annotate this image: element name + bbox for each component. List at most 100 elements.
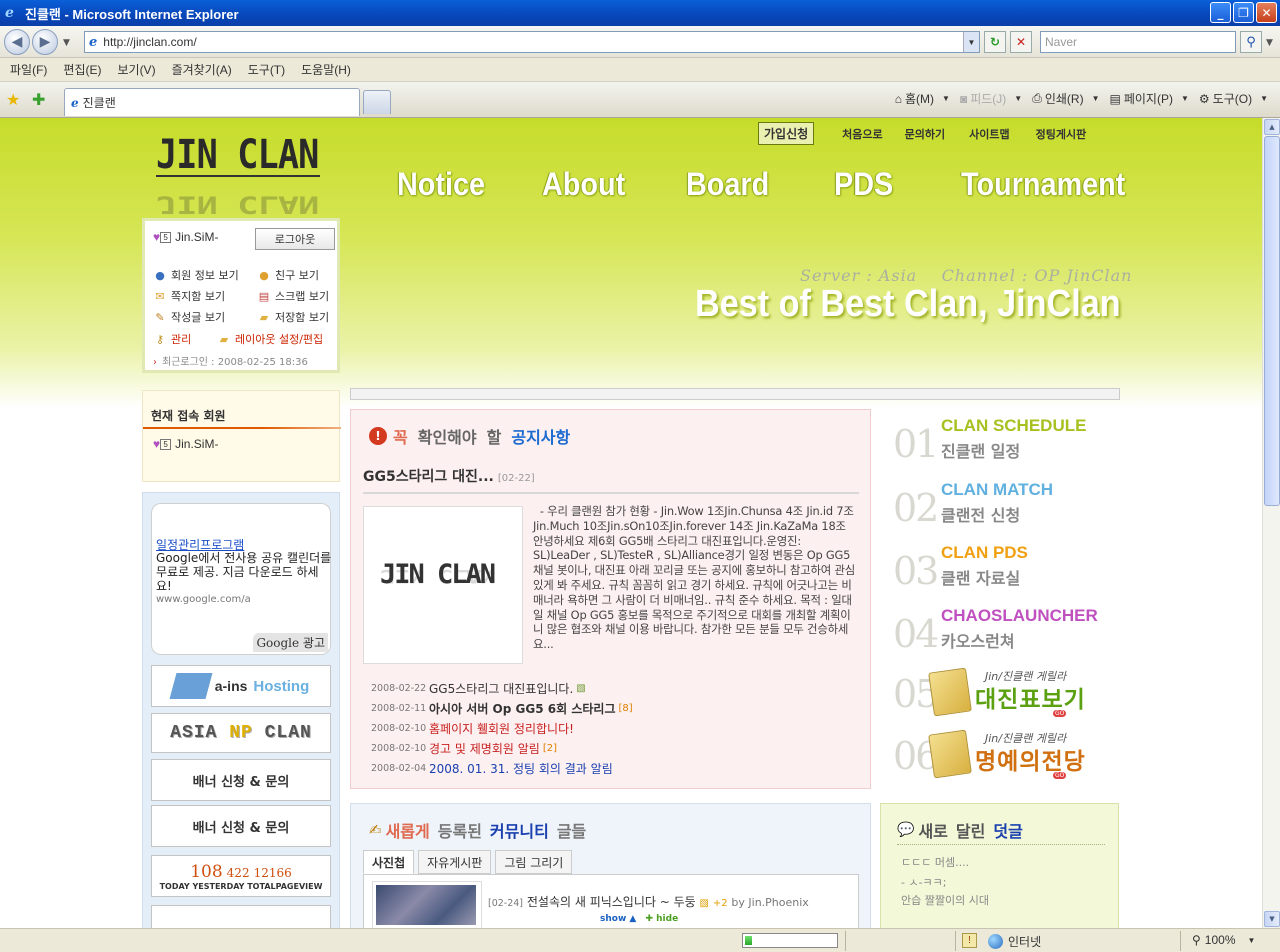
login-box: ♥ 5 Jin.SiM- 로그아웃 ● 회원 정보 보기 ● 친구 보기 ✉ 쪽지함 보기… <box>142 218 340 373</box>
tab-free-board[interactable]: 자유게시판 <box>418 850 492 874</box>
clan-text: CLAN <box>264 723 312 743</box>
scroll-down-icon[interactable]: ▼ <box>1264 911 1280 927</box>
storage-link[interactable]: ▰ 저장함 보기 <box>257 309 329 325</box>
nav-about[interactable]: About <box>542 166 625 203</box>
feeds-dropdown-icon[interactable]: ▼ <box>1014 94 1022 103</box>
list-item[interactable]: 2008-02-10 홈페이지 휄회원 정리합니다! <box>371 718 851 738</box>
forward-button[interactable]: ▶ <box>32 29 58 55</box>
ad-url[interactable]: www.google.com/a <box>156 594 251 605</box>
ains-hosting-banner[interactable]: a-ins Hosting <box>151 665 331 707</box>
regular-board-link[interactable]: 정팅게시판 <box>1036 126 1087 142</box>
bracket-view-link[interactable]: 05 Jin/진클랜 게릴라 대진표보기 GO <box>893 667 1123 720</box>
scraps-link[interactable]: ▤ 스크랩 보기 <box>257 288 329 304</box>
refresh-button[interactable]: ↻ <box>984 31 1006 53</box>
admin-link[interactable]: ⚷ 관리 <box>153 331 191 347</box>
zoom-level[interactable]: ⚲ 100% ▼ <box>1192 933 1255 947</box>
community-head-2: 등록된 <box>437 822 482 841</box>
site-logo[interactable]: JIN CLAN <box>156 132 319 178</box>
google-ad-badge[interactable]: Google 광고 <box>253 633 328 652</box>
home-dropdown-icon[interactable]: ▼ <box>942 94 950 103</box>
nav-notice[interactable]: Notice <box>397 166 485 203</box>
minimize-button[interactable]: _ <box>1210 2 1231 23</box>
banner-request-button[interactable]: 배너 신청 & 문의 <box>151 759 331 801</box>
menu-number: 04 <box>893 612 939 656</box>
friends-link[interactable]: ● 친구 보기 <box>257 267 319 283</box>
favorites-star-icon[interactable]: ★ <box>6 90 20 109</box>
address-dropdown-icon[interactable]: ▼ <box>963 32 979 52</box>
schedule-link[interactable]: 01 CLAN SCHEDULE 진클랜 일정 <box>893 416 1123 466</box>
comment-item[interactable]: - ㅅ-ㅋㅋ; <box>901 874 947 890</box>
featured-thumbnail[interactable]: JIN CLAN JIN CLAN <box>363 506 523 664</box>
security-warning-icon[interactable]: ! <box>962 933 977 948</box>
search-input[interactable]: Naver <box>1040 31 1236 53</box>
nav-board[interactable]: Board <box>686 166 769 203</box>
home-button[interactable]: ⌂ 홈(M) ▼ <box>895 90 950 107</box>
layout-setting-link[interactable]: ▰ 레이아웃 설정/편집 <box>217 331 323 347</box>
pds-link[interactable]: 03 CLAN PDS 클랜 자료실 <box>893 543 1123 593</box>
list-item[interactable]: 2008-02-11 아시아 서버 Op GG5 6회 스타리그 [8] <box>371 698 851 718</box>
comment-item[interactable]: 안습 짤짤이의 시대 <box>901 892 989 908</box>
memos-link[interactable]: ✉ 쪽지함 보기 <box>153 288 225 304</box>
feeds-button[interactable]: ◙ 피드(J) ▼ <box>960 90 1022 107</box>
print-dropdown-icon[interactable]: ▼ <box>1092 94 1100 103</box>
hide-button[interactable]: ✚ hide <box>645 914 678 924</box>
tab-drawing[interactable]: 그림 그리기 <box>495 850 573 874</box>
join-link[interactable]: 가입신청 <box>758 122 815 145</box>
member-info-link[interactable]: ● 회원 정보 보기 <box>153 267 239 283</box>
list-item[interactable]: 2008-02-10 경고 및 제명회원 알림 [2] <box>371 738 851 758</box>
banner-request-button-2[interactable]: 배너 신청 & 문의 <box>151 805 331 847</box>
search-button[interactable]: ⚲ <box>1240 31 1262 53</box>
globe-icon <box>988 934 1003 949</box>
list-item[interactable]: 2008-02-22 GG5스타리그 대진표입니다. ▧ <box>371 678 851 698</box>
nav-pds[interactable]: PDS <box>834 166 893 203</box>
tools-button[interactable]: ⚙ 도구(O) ▼ <box>1199 90 1268 107</box>
ains-hosting: Hosting <box>253 677 310 695</box>
stop-button[interactable]: ✕ <box>1010 31 1032 53</box>
asia-np-clan-banner[interactable]: ASIA NP CLAN <box>151 713 331 753</box>
tab-jinclan[interactable]: e 진클랜 <box>64 88 360 116</box>
comment-item[interactable]: ㄷㄷㄷ 머셈.... <box>901 854 969 870</box>
hall-of-fame-link[interactable]: 06 Jin/진클랜 게릴라 명예의전당 GO <box>893 729 1123 782</box>
edit-label[interactable]: /편집 <box>299 331 323 347</box>
photo-thumbnail[interactable] <box>376 885 476 925</box>
tab-photos[interactable]: 사진첩 <box>363 850 415 874</box>
nav-tournament[interactable]: Tournament <box>961 166 1125 203</box>
back-button[interactable]: ◀ <box>4 29 30 55</box>
page-button[interactable]: ▤ 페이지(P) ▼ <box>1110 90 1189 107</box>
security-zone[interactable]: 인터넷 <box>988 933 1041 950</box>
menu-view[interactable]: 보기(V) <box>117 61 155 78</box>
menu-favorites[interactable]: 즐겨찾기(A) <box>172 61 232 78</box>
sitemap-link[interactable]: 사이트맵 <box>969 126 1009 142</box>
maximize-button[interactable]: ❐ <box>1233 2 1254 23</box>
logout-button[interactable]: 로그아웃 <box>255 228 335 250</box>
match-link[interactable]: 02 CLAN MATCH 클랜전 신청 <box>893 480 1123 530</box>
vertical-scrollbar[interactable]: ▲ ▼ <box>1262 118 1280 928</box>
search-options-icon[interactable]: ▼ <box>1266 38 1273 48</box>
scroll-thumb[interactable] <box>1264 136 1280 506</box>
page-dropdown-icon[interactable]: ▼ <box>1181 94 1189 103</box>
close-button[interactable]: ✕ <box>1256 2 1277 23</box>
community-post[interactable]: [02-24] 전설속의 새 피닉스입니다 ~ 두둥 ▧ +2 by Jin.P… <box>488 893 809 910</box>
chaoslauncher-link[interactable]: 04 CHAOSLAUNCHER 카오스런쳐 <box>893 606 1123 656</box>
menu-number: 03 <box>893 549 939 593</box>
scroll-up-icon[interactable]: ▲ <box>1264 119 1280 135</box>
featured-notice-title[interactable]: GG5스타리그 대진... [02-22] <box>363 466 535 486</box>
zoom-dropdown-icon[interactable]: ▼ <box>1248 936 1256 945</box>
online-user[interactable]: ♥ 5 Jin.SiM- <box>153 437 218 451</box>
add-favorite-icon[interactable]: ✚ <box>32 90 45 109</box>
history-dropdown-icon[interactable]: ▼ <box>63 38 70 48</box>
new-tab-button[interactable] <box>363 90 391 114</box>
print-button[interactable]: ⎙ 인쇄(R) ▼ <box>1032 90 1099 107</box>
menu-file[interactable]: 파일(F) <box>10 61 47 78</box>
menu-help[interactable]: 도움말(H) <box>301 61 351 78</box>
notice-head-4[interactable]: 공지사항 <box>511 424 570 448</box>
address-input[interactable]: e http://jinclan.com/ ▼ <box>84 31 980 53</box>
tools-dropdown-icon[interactable]: ▼ <box>1260 94 1268 103</box>
home-link[interactable]: 처음으로 <box>842 126 882 142</box>
inquiry-link[interactable]: 문의하기 <box>905 126 945 142</box>
posts-link[interactable]: ✎ 작성글 보기 <box>153 309 225 325</box>
show-button[interactable]: show ▲ <box>600 914 636 924</box>
menu-tools[interactable]: 도구(T) <box>248 61 285 78</box>
list-item[interactable]: 2008-02-04 2008. 01. 31. 정팅 회의 결과 알림 <box>371 758 851 778</box>
menu-edit[interactable]: 편집(E) <box>63 61 101 78</box>
